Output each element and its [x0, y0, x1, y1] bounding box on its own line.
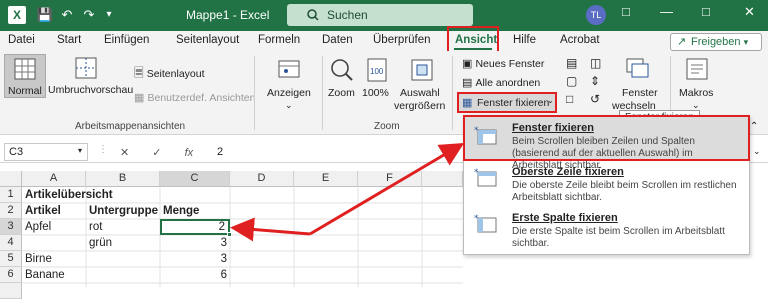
- annotation-arrows: [230, 142, 465, 242]
- arrow-to-cell: [230, 217, 311, 242]
- arrow-to-menu: [309, 142, 465, 236]
